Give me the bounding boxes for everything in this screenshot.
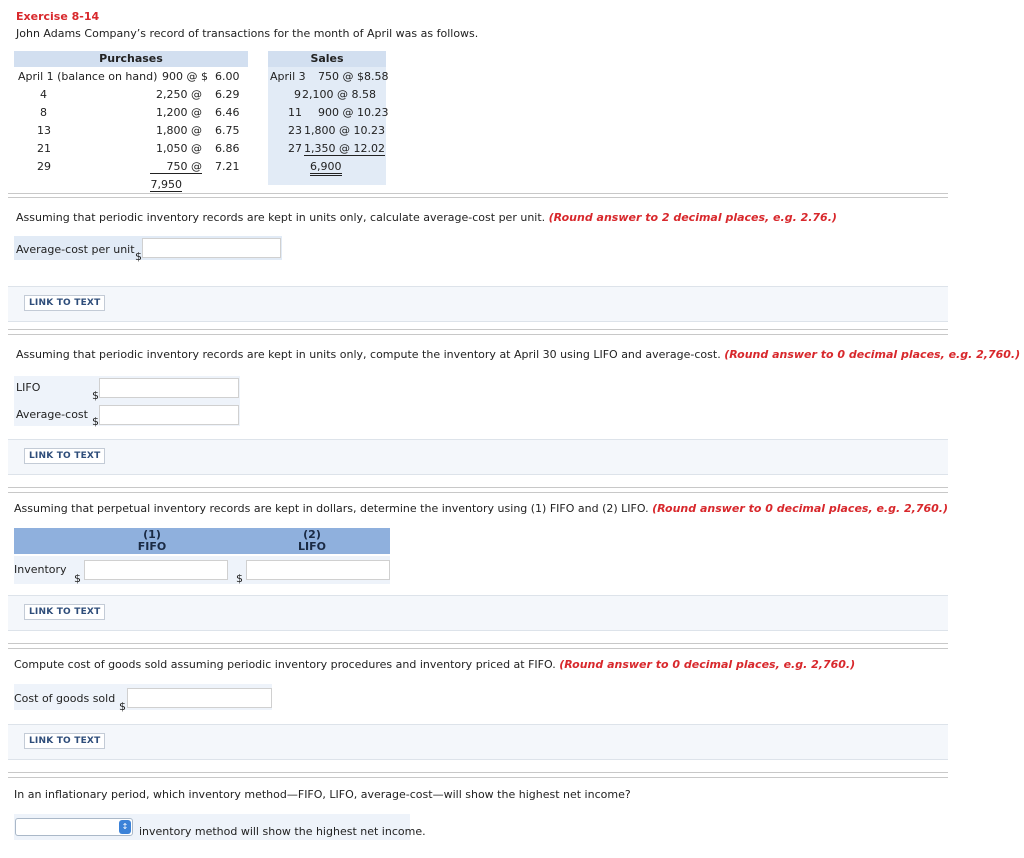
link-band: LINK TO TEXT [8, 286, 948, 322]
purchase-price: 6.75 [215, 124, 240, 137]
q4-prompt-text: Compute cost of goods sold assuming peri… [14, 658, 556, 671]
purchase-date: 4 [40, 88, 47, 101]
purchases-total: 7,950 [150, 178, 182, 194]
q2-prompt-text: Assuming that periodic inventory records… [16, 348, 721, 361]
purchase-price: 6.86 [215, 142, 240, 155]
sale-date: 27 [288, 142, 302, 155]
purchase-date: April 1 (balance on hand) [18, 70, 158, 83]
q1-prompt-text: Assuming that periodic inventory records… [16, 211, 546, 224]
section-divider [8, 329, 948, 330]
q4-currency: $ [119, 700, 126, 713]
section-divider [8, 643, 948, 644]
section-divider [8, 334, 948, 335]
purchase-date: 29 [37, 160, 51, 173]
q2-avg-label: Average-cost [16, 408, 88, 421]
sales-body: April 3 750 @ $8.58 9 2,100 @ 8.58 11 90… [268, 67, 389, 185]
purchase-price: 7.21 [215, 160, 240, 173]
exercise-title: Exercise 8-14 [16, 10, 100, 23]
link-band: LINK TO TEXT [8, 724, 948, 760]
sale-date: April 3 [270, 70, 306, 83]
cost-of-goods-sold-input[interactable] [127, 688, 272, 708]
purchase-units: 1,050 @ [156, 142, 202, 155]
q5-suffix: inventory method will show the highest n… [139, 825, 426, 838]
sales-header: Sales [268, 51, 386, 67]
purchase-price: 6.46 [215, 106, 240, 119]
q3-prompt-text: Assuming that perpetual inventory record… [14, 502, 649, 515]
q3-col-lifo: (2) LIFO [250, 529, 374, 553]
link-to-text-button[interactable]: LINK TO TEXT [24, 295, 106, 311]
link-to-text-button[interactable]: LINK TO TEXT [24, 733, 106, 749]
purchase-units: 750 @ [150, 160, 202, 174]
section-divider [8, 193, 948, 194]
inventory-method-select[interactable]: ↕ [15, 818, 133, 836]
chevron-updown-icon: ↕ [119, 820, 131, 834]
q1-field-label: Average-cost per unit [16, 243, 135, 256]
q1-currency: $ [135, 250, 142, 263]
q3-currency: $ [236, 572, 243, 585]
link-to-text-button[interactable]: LINK TO TEXT [24, 604, 106, 620]
q3-col-lifo-name: LIFO [298, 540, 326, 553]
section-divider [8, 772, 948, 773]
sales-total: 6,900 [310, 160, 342, 176]
q2-lifo-label: LIFO [16, 381, 41, 394]
q2-prompt: Assuming that periodic inventory records… [16, 348, 1020, 361]
sale-date: 23 [288, 124, 302, 137]
q3-row-label: Inventory [14, 563, 67, 576]
purchase-price: 6.29 [215, 88, 240, 101]
average-cost-inventory-input[interactable] [99, 405, 239, 425]
section-divider [8, 777, 948, 778]
link-band: LINK TO TEXT [8, 595, 948, 631]
link-band: LINK TO TEXT [8, 439, 948, 475]
fifo-inventory-input[interactable] [84, 560, 228, 580]
sale-entry: 900 @ 10.23 [318, 106, 389, 119]
q2-currency: $ [92, 415, 99, 428]
q4-prompt: Compute cost of goods sold assuming peri… [14, 658, 855, 671]
q2-hint: (Round answer to 0 decimal places, e.g. … [724, 348, 1021, 361]
lifo-inventory-input[interactable] [99, 378, 239, 398]
q1-prompt: Assuming that periodic inventory records… [16, 211, 837, 224]
q4-field-label: Cost of goods sold [14, 692, 116, 705]
q3-prompt: Assuming that perpetual inventory record… [14, 502, 948, 515]
q3-col-fifo-name: FIFO [137, 540, 167, 553]
sale-entry: 750 @ $8.58 [318, 70, 389, 83]
sale-entry: 1,800 @ 10.23 [304, 124, 385, 137]
average-cost-per-unit-input[interactable] [142, 238, 281, 258]
section-divider [8, 648, 948, 649]
purchase-price: 6.00 [215, 70, 240, 83]
lifo-perpetual-inventory-input[interactable] [246, 560, 390, 580]
exercise-intro: John Adams Company’s record of transacti… [16, 27, 479, 40]
q3-hint: (Round answer to 0 decimal places, e.g. … [652, 502, 948, 515]
q3-currency: $ [74, 572, 81, 585]
q5-prompt: In an inflationary period, which invento… [14, 788, 631, 801]
q2-currency: $ [92, 389, 99, 402]
q4-hint: (Round answer to 0 decimal places, e.g. … [559, 658, 856, 671]
q1-hint: (Round answer to 2 decimal places, e.g. … [548, 211, 837, 224]
sale-date: 9 [294, 88, 301, 101]
transactions-table: Purchases Sales April 1 (balance on hand… [14, 51, 389, 194]
purchases-header: Purchases [14, 51, 248, 67]
sale-entry: 2,100 @ 8.58 [302, 88, 376, 101]
purchase-units: 2,250 @ [156, 88, 202, 101]
purchase-units: 1,800 @ [156, 124, 202, 137]
purchase-date: 8 [40, 106, 47, 119]
purchase-units: 1,200 @ [156, 106, 202, 119]
link-to-text-button[interactable]: LINK TO TEXT [24, 448, 106, 464]
section-divider [8, 197, 948, 198]
q3-col-fifo: (1) FIFO [90, 529, 214, 553]
purchase-units: 900 @ $ [162, 70, 208, 83]
sale-date: 11 [288, 106, 302, 119]
purchase-date: 13 [37, 124, 51, 137]
section-divider [8, 492, 948, 493]
section-divider [8, 487, 948, 488]
sale-entry: 1,350 @ 12.02 [304, 142, 385, 156]
purchase-date: 21 [37, 142, 51, 155]
purchases-body: April 1 (balance on hand) 900 @ $ 6.00 4… [14, 67, 248, 194]
